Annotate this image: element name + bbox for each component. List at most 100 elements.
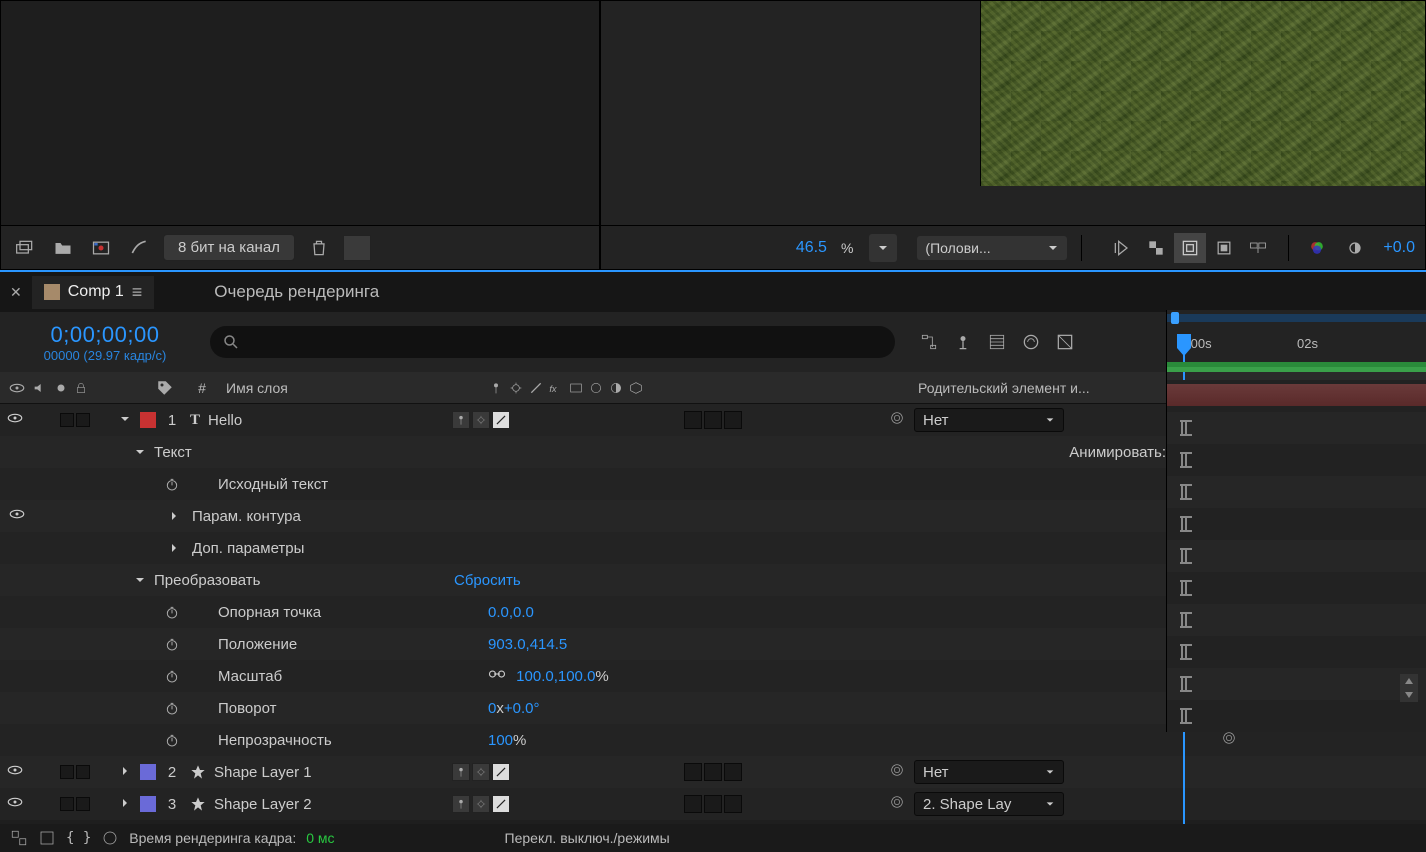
mask-visibility-icon[interactable]: [1174, 233, 1206, 263]
quality-switch[interactable]: [492, 411, 510, 429]
property-track[interactable]: [1167, 412, 1426, 444]
parent-column[interactable]: Родительский элемент и...: [914, 380, 1144, 396]
stopwatch-icon[interactable]: [164, 636, 180, 652]
toggle-switches-icon[interactable]: [10, 829, 28, 847]
layer-color[interactable]: [140, 412, 156, 428]
resolution-dropdown[interactable]: (Полови...: [917, 236, 1067, 260]
twirl-icon[interactable]: [110, 796, 140, 813]
scroll-down-button[interactable]: [1400, 688, 1418, 702]
shy-switch[interactable]: [452, 411, 470, 429]
toggle-switches-label[interactable]: Перекл. выключ./режимы: [505, 830, 670, 846]
stopwatch-icon[interactable]: [164, 700, 180, 716]
comp-mini-flowchart-icon[interactable]: [915, 328, 943, 356]
frame-blend-icon[interactable]: [1017, 328, 1045, 356]
work-area-start-handle[interactable]: [1171, 312, 1179, 324]
expression-pickwhip-icon[interactable]: [1221, 730, 1237, 746]
collapse-switch[interactable]: [472, 411, 490, 429]
adjustment-layer-icon[interactable]: [125, 234, 153, 262]
twirl-icon[interactable]: [110, 412, 140, 429]
transparency-grid-icon[interactable]: [1140, 233, 1172, 263]
interpret-footage-icon[interactable]: [11, 234, 39, 262]
solo-column-icon[interactable]: [54, 381, 68, 395]
motion-blur-icon[interactable]: [1051, 328, 1079, 356]
index-column[interactable]: #: [190, 380, 214, 396]
preview-viewport[interactable]: [980, 1, 1425, 186]
layer-name[interactable]: Shape Layer 1: [214, 764, 312, 781]
exposure-value[interactable]: +0.0: [1383, 239, 1415, 257]
new-folder-icon[interactable]: [49, 234, 77, 262]
footer-swatch[interactable]: [343, 235, 371, 261]
layer-row[interactable]: 2 Shape Layer 1 Нет: [0, 756, 1426, 788]
new-comp-icon[interactable]: [87, 234, 115, 262]
layer-bar[interactable]: [1167, 384, 1426, 406]
rotation-degrees[interactable]: +0.0°: [504, 700, 540, 717]
visibility-column-icon[interactable]: [8, 379, 26, 397]
stopwatch-icon[interactable]: [164, 476, 180, 492]
grid-guides-icon[interactable]: [1242, 233, 1274, 263]
layer-search-input[interactable]: [210, 326, 895, 358]
property-track[interactable]: [1167, 668, 1426, 700]
zoom-value[interactable]: 46.5: [796, 239, 827, 257]
quality-switch[interactable]: [492, 763, 510, 781]
stopwatch-icon[interactable]: [164, 668, 180, 684]
pickwhip-icon[interactable]: [889, 762, 905, 778]
eye-icon[interactable]: [6, 409, 24, 427]
tab-close-button[interactable]: ✕: [10, 284, 22, 301]
property-track[interactable]: [1167, 572, 1426, 604]
render-time-icon[interactable]: [101, 829, 119, 847]
property-track[interactable]: [1167, 540, 1426, 572]
playhead[interactable]: [1177, 334, 1191, 348]
layer-name-column[interactable]: Имя слоя: [214, 380, 484, 396]
pickwhip-icon[interactable]: [889, 794, 905, 810]
layer-color[interactable]: [140, 764, 156, 780]
comp-tab[interactable]: Comp 1 ≡: [32, 276, 155, 309]
layer-track[interactable]: [1167, 380, 1426, 412]
property-track[interactable]: [1167, 700, 1426, 732]
position-value[interactable]: 903.0,414.5: [488, 636, 567, 653]
render-queue-tab[interactable]: Очередь рендеринга: [214, 282, 379, 302]
trash-icon[interactable]: [305, 234, 333, 262]
eye-icon[interactable]: [6, 761, 24, 779]
shy-switch[interactable]: [452, 795, 470, 813]
quality-switch[interactable]: [492, 795, 510, 813]
region-of-interest-icon[interactable]: [1208, 233, 1240, 263]
layer-name[interactable]: Hello: [208, 412, 242, 429]
stopwatch-icon[interactable]: [164, 732, 180, 748]
timecode-display[interactable]: 0;00;00;00: [0, 322, 210, 348]
opacity-value[interactable]: 100: [488, 732, 513, 749]
pickwhip-icon[interactable]: [889, 410, 905, 426]
toggle-modes-icon[interactable]: [38, 829, 56, 847]
parent-dropdown[interactable]: Нет: [914, 408, 1064, 432]
exposure-icon[interactable]: [1341, 234, 1369, 262]
channel-icon[interactable]: [1303, 234, 1331, 262]
layer-name[interactable]: Shape Layer 2: [214, 796, 312, 813]
collapse-switch[interactable]: [472, 763, 490, 781]
time-ruler[interactable]: :00s 02s: [1166, 310, 1426, 370]
twirl-down-icon[interactable]: [134, 446, 146, 458]
layer-row[interactable]: 3 Shape Layer 2 2. Shape Lay: [0, 788, 1426, 820]
property-track[interactable]: [1167, 444, 1426, 476]
brackets-icon[interactable]: { }: [66, 830, 91, 846]
lock-column-icon[interactable]: [74, 381, 88, 395]
tab-menu-icon[interactable]: ≡: [132, 282, 143, 303]
layer-color[interactable]: [140, 796, 156, 812]
zoom-dropdown[interactable]: [869, 234, 897, 262]
fast-preview-icon[interactable]: [1106, 233, 1138, 263]
scroll-up-button[interactable]: [1400, 674, 1418, 688]
label-column-icon[interactable]: [156, 379, 174, 397]
parent-dropdown[interactable]: 2. Shape Lay: [914, 792, 1064, 816]
twirl-right-icon[interactable]: [168, 542, 180, 554]
eye-icon[interactable]: [6, 793, 24, 811]
twirl-right-icon[interactable]: [168, 510, 180, 522]
bpc-button[interactable]: 8 бит на канал: [163, 234, 295, 261]
twirl-down-icon[interactable]: [134, 574, 146, 586]
property-track[interactable]: [1167, 636, 1426, 668]
draft-3d-icon[interactable]: [949, 328, 977, 356]
property-track[interactable]: [1167, 508, 1426, 540]
shy-switch[interactable]: [452, 763, 470, 781]
twirl-icon[interactable]: [110, 764, 140, 781]
collapse-switch[interactable]: [472, 795, 490, 813]
parent-dropdown[interactable]: Нет: [914, 760, 1064, 784]
property-track[interactable]: [1167, 476, 1426, 508]
reset-button[interactable]: Сбросить: [454, 572, 521, 589]
